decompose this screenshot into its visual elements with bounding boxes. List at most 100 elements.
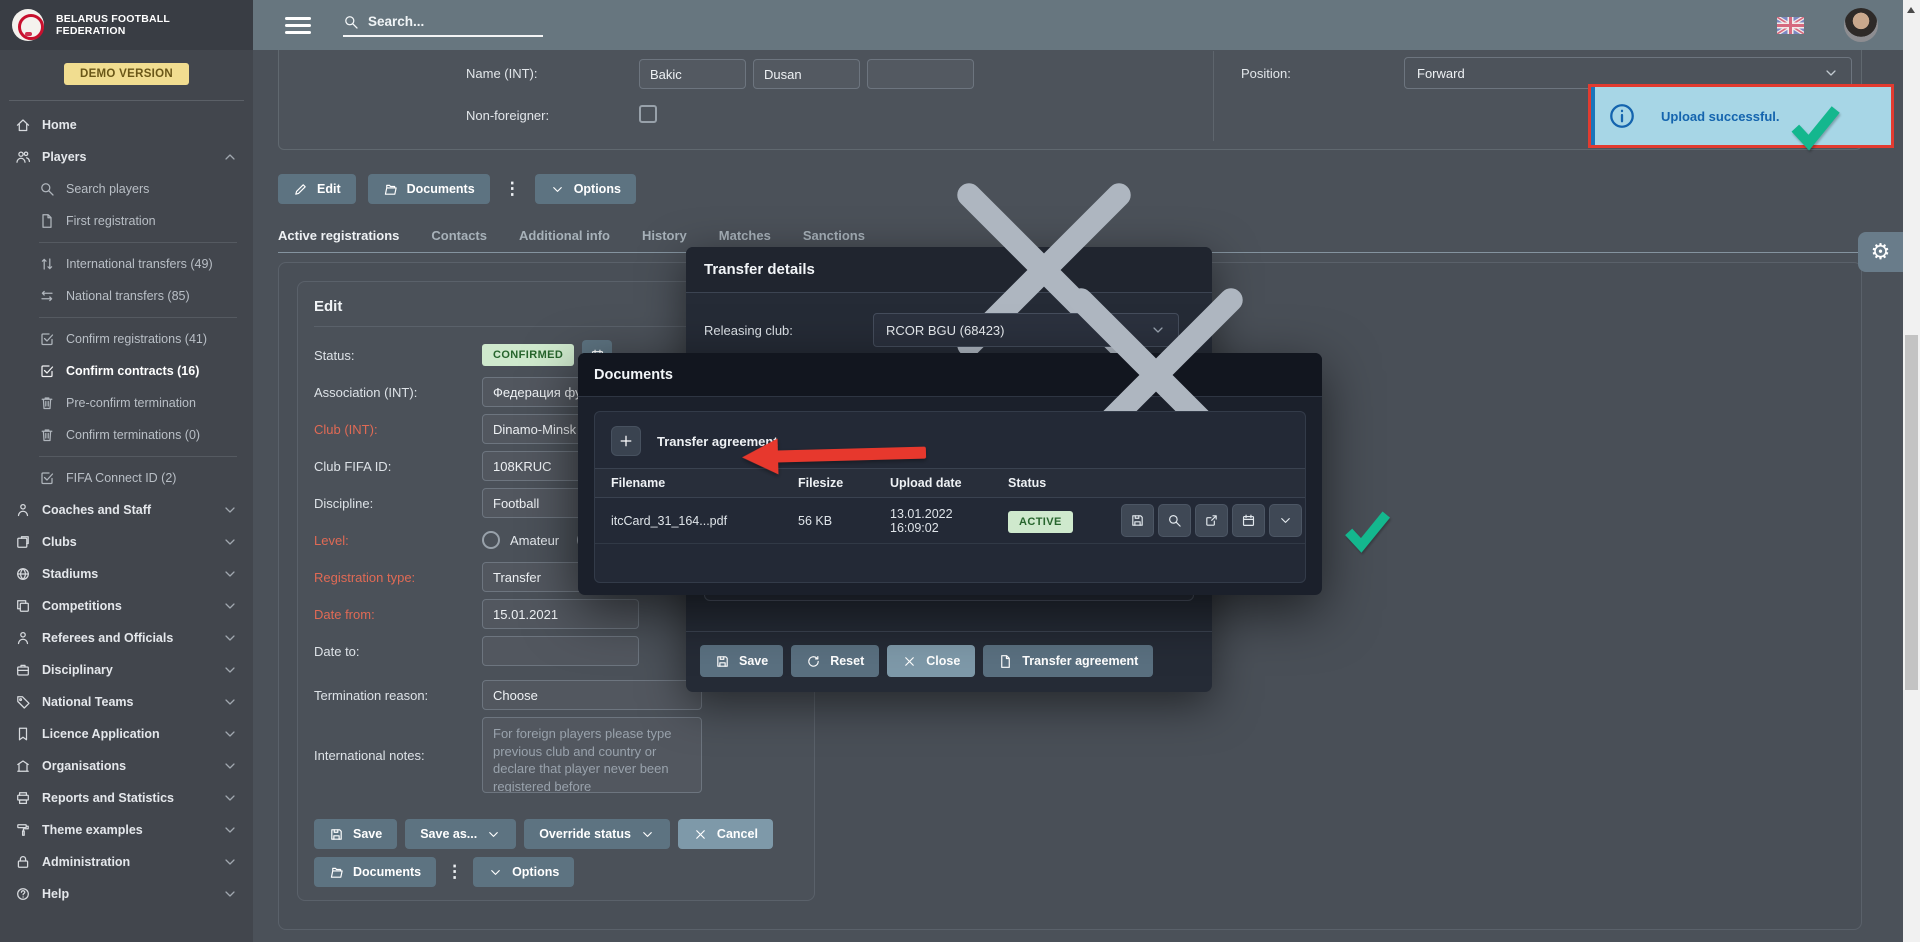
tab-additional-info[interactable]: Additional info [519, 222, 610, 252]
options-button-label: Options [574, 182, 621, 196]
save-button[interactable]: Save [314, 819, 397, 849]
sidebar-item-confirm-contracts-16[interactable]: Confirm contracts (16) [0, 355, 253, 387]
settings-gear-button[interactable] [1858, 232, 1903, 272]
sidebar-item-coaches-and-staff[interactable]: Coaches and Staff [0, 494, 253, 526]
sidebar-item-players[interactable]: Players [0, 141, 253, 173]
chevron-down-icon [222, 886, 238, 902]
player-toolbar: Edit Documents Options [278, 174, 636, 204]
name-int-surname-field[interactable] [639, 59, 746, 89]
tab-history[interactable]: History [642, 222, 687, 252]
calendar-icon [1241, 513, 1256, 528]
chevron-down-icon [1823, 65, 1839, 81]
notes-row: International notes: [314, 717, 798, 793]
sidebar-item-label: Licence Application [42, 727, 160, 741]
non-foreigner-checkbox[interactable] [639, 105, 657, 123]
global-search[interactable] [343, 14, 543, 37]
documents-label: Documents [353, 865, 421, 879]
check-square-icon [39, 331, 55, 347]
tab-active-registrations[interactable]: Active registrations [278, 222, 399, 252]
search-action-button[interactable] [1158, 504, 1191, 537]
upload-date-cell: 13.01.2022 16:09:02 [874, 507, 992, 535]
arrow-head [742, 438, 779, 475]
chevron-down-icon [550, 182, 565, 197]
sidebar-item-help[interactable]: Help [0, 878, 253, 910]
sidebar-item-confirm-registrations-41[interactable]: Confirm registrations (41) [0, 323, 253, 355]
chevron-down-action-button[interactable] [1269, 504, 1302, 537]
sidebar-item-confirm-terminations-0[interactable]: Confirm terminations (0) [0, 419, 253, 451]
copy-icon [15, 598, 31, 614]
sidebar-item-label: Confirm terminations (0) [66, 428, 200, 442]
sidebar-item-reports-and-statistics[interactable]: Reports and Statistics [0, 782, 253, 814]
chevron-down-icon [486, 827, 501, 842]
folder-icon [329, 865, 344, 880]
save-as-button[interactable]: Save as... [405, 819, 516, 849]
options-button[interactable]: Options [535, 174, 636, 204]
sidebar-item-home[interactable]: Home [0, 109, 253, 141]
club-label: Club (INT): [314, 422, 482, 437]
search-input[interactable] [368, 14, 518, 29]
language-flag-icon[interactable] [1777, 17, 1804, 34]
sidebar-item-fifa-connect-id-2[interactable]: FIFA Connect ID (2) [0, 462, 253, 494]
scroll-up-arrow-icon[interactable] [1907, 7, 1915, 13]
menu-toggle-icon[interactable] [285, 13, 311, 38]
releasing-club-label: Releasing club: [704, 323, 873, 338]
documents-button[interactable]: Documents [368, 174, 490, 204]
upload-toast[interactable]: Upload successful. [1588, 84, 1894, 148]
save-action-button[interactable] [1121, 504, 1154, 537]
modal-header: Documents [578, 353, 1322, 397]
column-header: Upload date [874, 476, 992, 490]
open-external-action-button[interactable] [1195, 504, 1228, 537]
more-actions-icon[interactable] [444, 862, 465, 882]
termination-select[interactable]: Choose [482, 680, 702, 710]
sidebar-item-label: Coaches and Staff [42, 503, 151, 517]
edit-button[interactable]: Edit [278, 174, 356, 204]
date-from-field[interactable] [482, 599, 639, 629]
name-int-firstname-field[interactable] [753, 59, 860, 89]
cancel-button[interactable]: Cancel [678, 819, 773, 849]
documents-button[interactable]: Documents [314, 857, 436, 887]
sidebar-item-referees-and-officials[interactable]: Referees and Officials [0, 622, 253, 654]
reset-button[interactable]: Reset [791, 645, 879, 677]
sidebar-item-disciplinary[interactable]: Disciplinary [0, 654, 253, 686]
sidebar-item-stadiums[interactable]: Stadiums [0, 558, 253, 590]
sidebar-item-international-transfers-49[interactable]: International transfers (49) [0, 248, 253, 280]
close-label: Close [926, 654, 960, 668]
sidebar-item-pre-confirm-termination[interactable]: Pre-confirm termination [0, 387, 253, 419]
scrollbar-thumb[interactable] [1905, 335, 1918, 690]
x-icon [902, 654, 917, 669]
sidebar-item-clubs[interactable]: Clubs [0, 526, 253, 558]
add-document-button[interactable] [611, 426, 641, 456]
chevron-down-icon [222, 630, 238, 646]
vertical-scrollbar[interactable] [1903, 0, 1920, 942]
date-to-field[interactable] [482, 636, 639, 666]
level-radio-amateur[interactable] [482, 531, 500, 549]
name-int-middlename-field[interactable] [867, 59, 974, 89]
bookmark-icon [15, 726, 31, 742]
sidebar-item-national-teams[interactable]: National Teams [0, 686, 253, 718]
status-label: Status: [314, 348, 482, 363]
sidebar-item-competitions[interactable]: Competitions [0, 590, 253, 622]
players-icon [15, 149, 31, 165]
override-status-button[interactable]: Override status [524, 819, 670, 849]
check-square-icon [39, 363, 55, 379]
save-icon [1130, 513, 1145, 528]
reset-label: Reset [830, 654, 864, 668]
sidebar-item-administration[interactable]: Administration [0, 846, 253, 878]
sidebar-item-label: Players [42, 150, 86, 164]
close-button[interactable]: Close [887, 645, 975, 677]
sidebar-item-theme-examples[interactable]: Theme examples [0, 814, 253, 846]
sidebar-item-organisations[interactable]: Organisations [0, 750, 253, 782]
sidebar-item-search-players[interactable]: Search players [0, 173, 253, 205]
save-button[interactable]: Save [700, 645, 783, 677]
sidebar-item-national-transfers-85[interactable]: National transfers (85) [0, 280, 253, 312]
international-notes-field[interactable] [482, 717, 702, 793]
more-actions-icon[interactable] [502, 179, 523, 199]
sidebar-item-first-registration[interactable]: First registration [0, 205, 253, 237]
sidebar-item-licence-application[interactable]: Licence Application [0, 718, 253, 750]
tab-contacts[interactable]: Contacts [431, 222, 487, 252]
calendar-action-button[interactable] [1232, 504, 1265, 537]
transfer-agreement-button[interactable]: Transfer agreement [983, 645, 1153, 677]
override-status-label: Override status [539, 827, 631, 841]
user-avatar[interactable] [1844, 8, 1878, 42]
options-button[interactable]: Options [473, 857, 574, 887]
